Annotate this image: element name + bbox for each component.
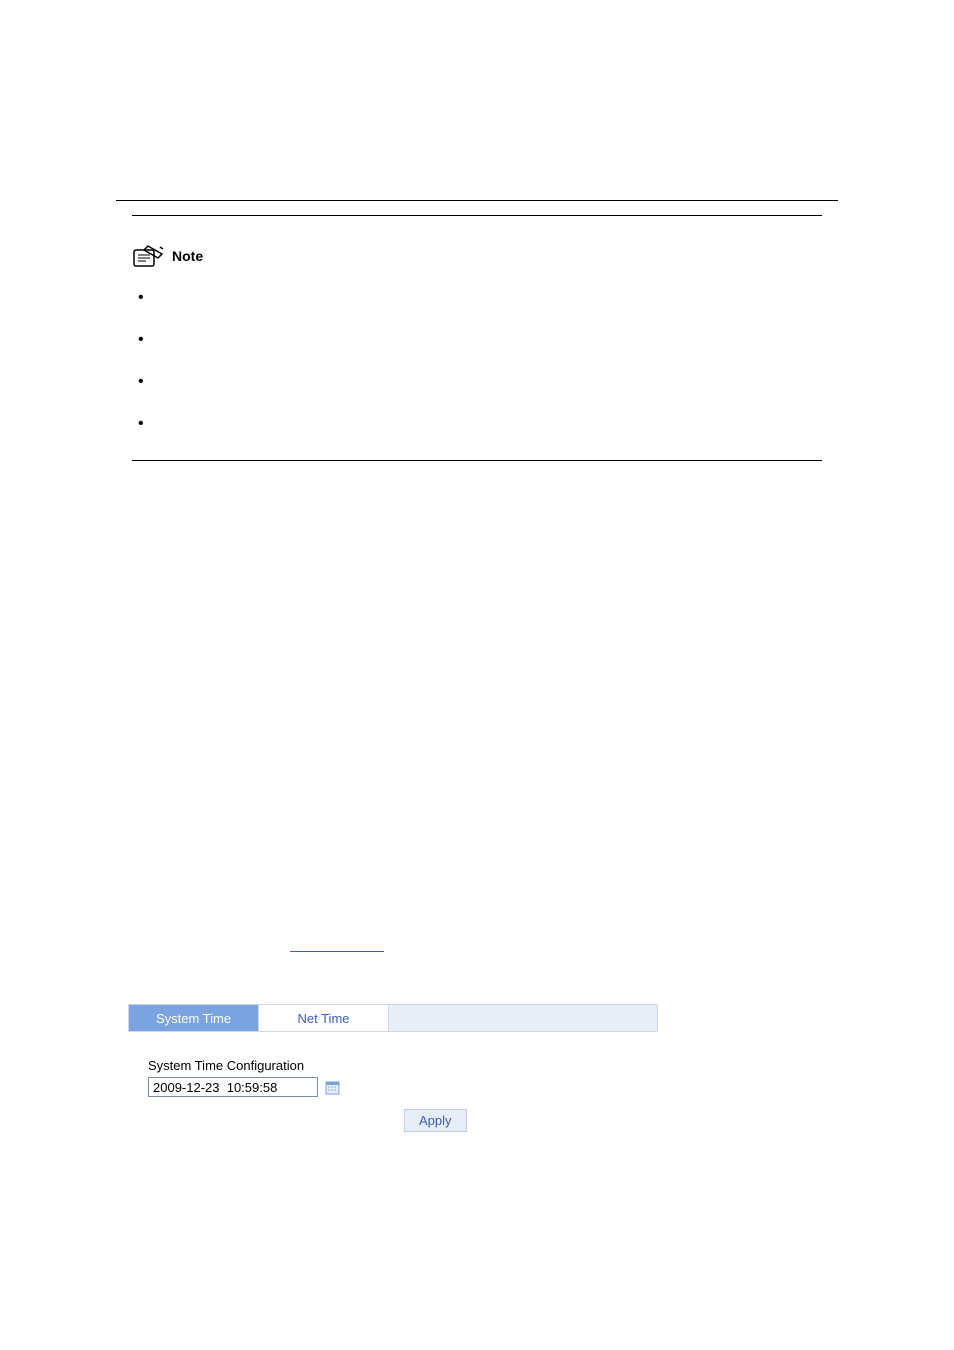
- tabs-spacer: [389, 1005, 657, 1031]
- time-input-row: [148, 1077, 658, 1097]
- note-item: [132, 370, 822, 388]
- tab-label: Net Time: [297, 1011, 349, 1026]
- note-list: [132, 286, 822, 430]
- config-label: System Time Configuration: [148, 1058, 658, 1073]
- system-time-ui: System Time Net Time System Time Configu…: [128, 1004, 658, 1132]
- note-top-rule: [132, 215, 822, 216]
- note-label: Note: [172, 248, 203, 264]
- note-item: [132, 412, 822, 430]
- link-underline: [290, 951, 384, 952]
- apply-row: Apply: [128, 1109, 658, 1132]
- note-block: Note: [116, 215, 838, 461]
- note-bottom-rule: [132, 460, 822, 461]
- top-divider: [116, 200, 838, 201]
- tab-system-time[interactable]: System Time: [129, 1005, 259, 1031]
- system-time-input[interactable]: [148, 1077, 318, 1097]
- tab-label: System Time: [156, 1011, 231, 1026]
- note-item: [132, 328, 822, 346]
- tab-net-time[interactable]: Net Time: [259, 1005, 389, 1031]
- note-header: Note: [132, 244, 822, 268]
- tabs-row: System Time Net Time: [128, 1004, 658, 1032]
- apply-button[interactable]: Apply: [404, 1109, 467, 1132]
- note-item: [132, 286, 822, 304]
- config-area: System Time Configuration: [128, 1058, 658, 1097]
- note-icon: [132, 244, 166, 268]
- calendar-icon[interactable]: [324, 1079, 340, 1095]
